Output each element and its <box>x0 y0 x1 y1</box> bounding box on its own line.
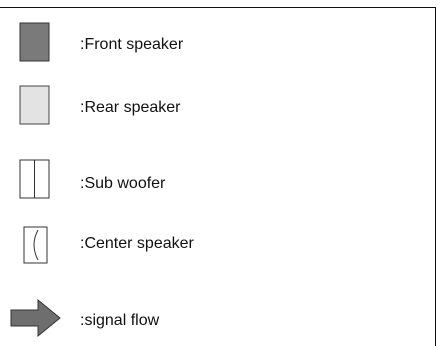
legend-label-rear-speaker: :Rear speaker <box>80 99 181 116</box>
legend-label-front-speaker: :Front speaker <box>80 36 184 53</box>
rear-speaker-icon <box>19 85 50 125</box>
legend-label-center-speaker: :Center speaker <box>80 235 194 252</box>
front-speaker-icon <box>19 22 50 62</box>
legend-label-signal-flow: :signal flow <box>80 312 160 329</box>
legend-frame-right <box>435 7 436 346</box>
legend-frame-top <box>0 7 436 8</box>
speaker-legend: :Front speaker :Rear speaker :Sub woofer… <box>0 0 441 346</box>
legend-label-sub-woofer: :Sub woofer <box>80 175 166 192</box>
signal-flow-arrow-icon <box>10 298 61 338</box>
center-speaker-icon <box>23 226 48 264</box>
sub-woofer-icon <box>19 159 50 199</box>
